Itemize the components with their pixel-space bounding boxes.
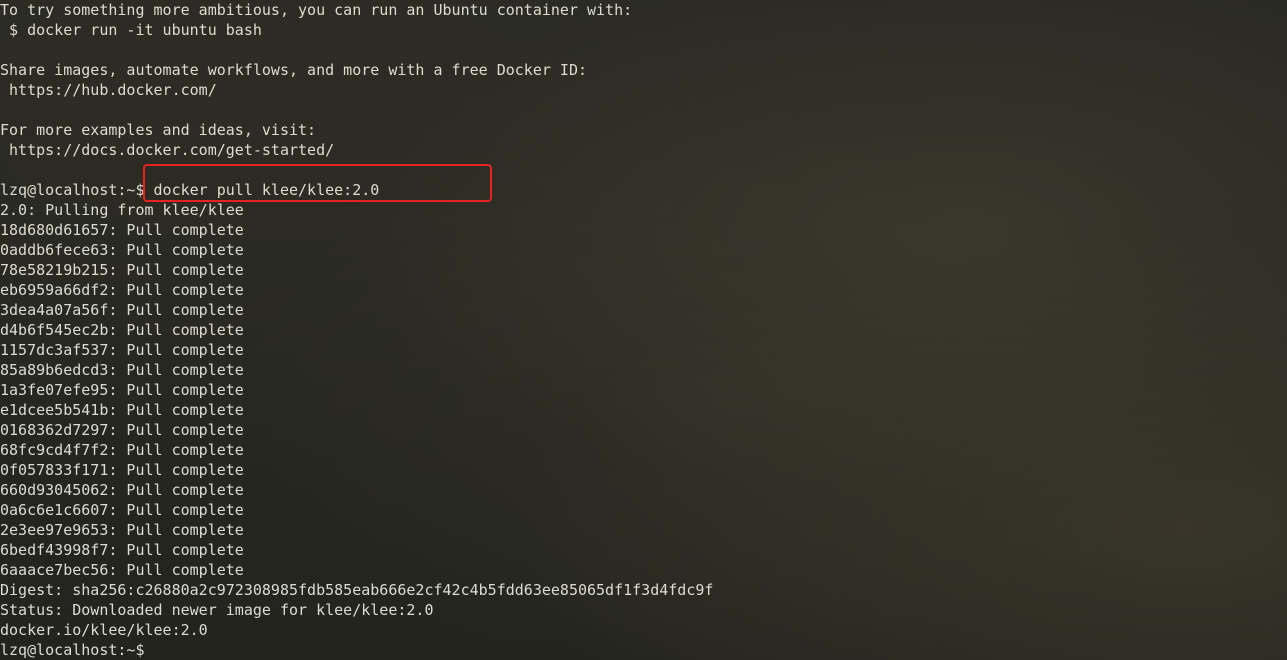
output-line: To try something more ambitious, you can… — [0, 1, 633, 19]
pull-status-line: 0a6c6e1c6607: Pull complete — [0, 501, 244, 519]
shell-prompt[interactable]: lzq@localhost:~$ — [0, 640, 713, 660]
pull-status-line: 0addb6fece63: Pull complete — [0, 241, 244, 259]
terminal-window[interactable]: To try something more ambitious, you can… — [0, 0, 1287, 660]
output-line: $ docker run -it ubuntu bash — [0, 21, 262, 39]
status-line: Status: Downloaded newer image for klee/… — [0, 601, 434, 619]
pull-status-line: 0f057833f171: Pull complete — [0, 461, 244, 479]
command-highlight-box — [143, 164, 492, 202]
pull-status-line: 0168362d7297: Pull complete — [0, 421, 244, 439]
pull-status-line: 68fc9cd4f7f2: Pull complete — [0, 441, 244, 459]
pull-status-line: 78e58219b215: Pull complete — [0, 261, 244, 279]
pull-status-line: 1157dc3af537: Pull complete — [0, 341, 244, 359]
output-line: 2.0: Pulling from klee/klee — [0, 201, 244, 219]
terminal-output: To try something more ambitious, you can… — [0, 0, 713, 660]
pull-status-line: d4b6f545ec2b: Pull complete — [0, 321, 244, 339]
pull-status-line: 1a3fe07efe95: Pull complete — [0, 381, 244, 399]
pull-status-line: 2e3ee97e9653: Pull complete — [0, 521, 244, 539]
pull-status-line: 6bedf43998f7: Pull complete — [0, 541, 244, 559]
output-line: https://hub.docker.com/ — [0, 81, 217, 99]
digest-line: Digest: sha256:c26880a2c972308985fdb585e… — [0, 581, 714, 599]
pull-status-line: 85a89b6edcd3: Pull complete — [0, 361, 244, 379]
pull-status-line: 3dea4a07a56f: Pull complete — [0, 301, 244, 319]
output-line: For more examples and ideas, visit: — [0, 121, 317, 139]
pull-status-line: 6aaace7bec56: Pull complete — [0, 561, 244, 579]
output-line: https://docs.docker.com/get-started/ — [0, 141, 335, 159]
pull-status-line: e1dcee5b541b: Pull complete — [0, 401, 244, 419]
output-line: Share images, automate workflows, and mo… — [0, 61, 587, 79]
pull-status-line: 18d680d61657: Pull complete — [0, 221, 244, 239]
image-ref-line: docker.io/klee/klee:2.0 — [0, 621, 208, 639]
pull-status-line: eb6959a66df2: Pull complete — [0, 281, 244, 299]
pull-status-line: 660d93045062: Pull complete — [0, 481, 244, 499]
